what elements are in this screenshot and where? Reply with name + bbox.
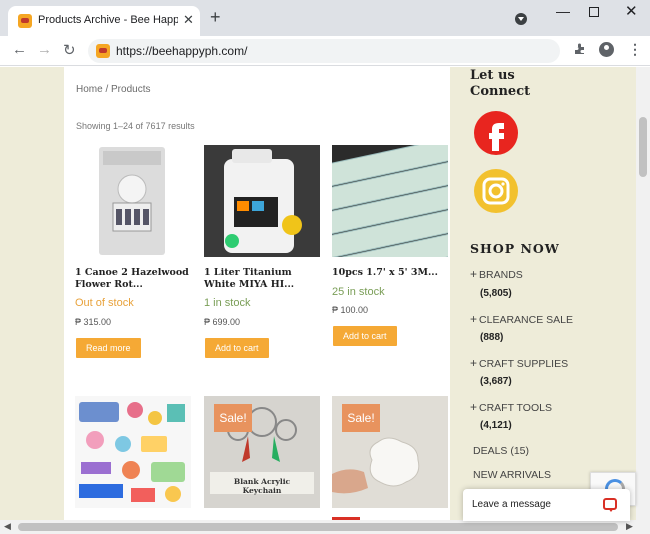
expand-icon[interactable]: +: [470, 356, 477, 370]
scroll-left-icon[interactable]: ◀: [4, 521, 11, 532]
url-text[interactable]: https://beehappyph.com/: [116, 44, 247, 58]
chat-bubble-icon[interactable]: [603, 498, 617, 512]
close-tab-icon[interactable]: ✕: [183, 12, 194, 28]
product-card[interactable]: [75, 396, 191, 520]
extensions-icon[interactable]: [574, 43, 586, 55]
product-price: ₱ 100.00: [332, 305, 369, 315]
add-to-cart-button[interactable]: Add to cart: [333, 326, 397, 346]
sale-badge: Sale!: [342, 404, 380, 432]
product-price: ₱ 699.00: [204, 317, 241, 327]
category-label[interactable]: CLEARANCE SALE: [479, 314, 573, 326]
category-clearance-sale[interactable]: + CLEARANCE SALE: [470, 312, 573, 326]
reload-icon[interactable]: ↻: [63, 41, 76, 59]
product-name[interactable]: 1 Liter Titanium White MIYA HI...: [204, 267, 320, 291]
shop-now-heading: SHOP NOW: [470, 241, 560, 256]
tab-search-icon[interactable]: [515, 13, 527, 25]
browser-tab[interactable]: Products Archive - Bee Happy Cr ✕: [8, 6, 200, 36]
chat-label[interactable]: Leave a message: [472, 499, 551, 510]
category-label[interactable]: CRAFT TOOLS: [479, 402, 552, 414]
back-icon[interactable]: ←: [12, 41, 27, 58]
expand-icon[interactable]: +: [470, 400, 477, 414]
product-price: ₱ 315.00: [75, 317, 112, 327]
category-craft-supplies[interactable]: + CRAFT SUPPLIES: [470, 356, 568, 370]
add-to-cart-button[interactable]: Add to cart: [205, 338, 269, 358]
stock-status: 1 in stock: [204, 297, 251, 309]
close-window-button[interactable]: ✕: [625, 2, 638, 20]
product-name[interactable]: 10pcs 1.7' x 5' 3M...: [332, 267, 448, 279]
tab-title: Products Archive - Bee Happy Cr: [38, 14, 178, 26]
product-card[interactable]: 1 Liter Titanium White MIYA HI... 1 in s…: [204, 145, 320, 365]
vertical-scrollbar[interactable]: [636, 67, 650, 520]
browser-tab-bar: Products Archive - Bee Happy Cr ✕ + — ✕: [0, 0, 650, 36]
product-card[interactable]: Sale! Blank Acrylic Keychain: [204, 396, 320, 520]
category-deals[interactable]: DEALS (15): [473, 445, 529, 457]
scroll-right-icon[interactable]: ▶: [626, 521, 633, 532]
browser-toolbar: ← → ↻ https://beehappyph.com/ ⋮: [0, 36, 650, 66]
product-name[interactable]: 1 Canoe 2 Hazelwood Flower Rot...: [75, 267, 191, 291]
site-favicon-icon: [18, 14, 32, 28]
product-image[interactable]: [332, 145, 448, 257]
category-new-arrivals[interactable]: NEW ARRIVALS: [473, 469, 551, 481]
product-image[interactable]: [75, 396, 191, 508]
sidebar: Let us Connect SHOP NOW + BRANDS (5,805) …: [470, 67, 636, 520]
minimize-button[interactable]: —: [556, 3, 570, 19]
expand-icon[interactable]: +: [470, 312, 477, 326]
product-image[interactable]: Sale!: [332, 396, 448, 508]
stock-status: Out of stock: [75, 297, 134, 309]
facebook-icon[interactable]: [472, 109, 520, 157]
chat-widget[interactable]: Leave a message: [463, 489, 630, 521]
category-brands[interactable]: + BRANDS: [470, 267, 523, 281]
scrollbar-thumb[interactable]: [18, 523, 618, 531]
new-tab-button[interactable]: +: [210, 8, 221, 26]
sale-badge: Sale!: [214, 404, 252, 432]
product-image[interactable]: [75, 145, 191, 257]
result-count: Showing 1–24 of 7617 results: [76, 121, 195, 131]
category-count: (888): [480, 332, 504, 343]
profile-avatar-icon[interactable]: [599, 42, 614, 57]
browser-menu-icon[interactable]: ⋮: [628, 41, 642, 58]
product-image-text: Blank Acrylic Keychain: [233, 477, 291, 495]
product-card[interactable]: 1 Canoe 2 Hazelwood Flower Rot... Out of…: [75, 145, 191, 365]
category-count: (5,805): [480, 288, 512, 299]
main-content: Home / Products Showing 1–24 of 7617 res…: [64, 67, 450, 520]
read-more-button[interactable]: Read more: [76, 338, 141, 358]
horizontal-scrollbar[interactable]: ◀ ▶: [0, 520, 650, 534]
category-label[interactable]: CRAFT SUPPLIES: [479, 358, 568, 370]
instagram-icon[interactable]: [472, 167, 520, 215]
product-image[interactable]: [204, 145, 320, 257]
address-bar[interactable]: https://beehappyph.com/: [88, 39, 560, 63]
maximize-button[interactable]: [589, 7, 599, 17]
category-craft-tools[interactable]: + CRAFT TOOLS: [470, 400, 552, 414]
product-card[interactable]: 10pcs 1.7' x 5' 3M... 25 in stock ₱ 100.…: [332, 145, 448, 365]
category-label[interactable]: BRANDS: [479, 269, 523, 281]
category-count: (4,121): [480, 420, 512, 431]
connect-heading: Let us Connect: [470, 68, 531, 99]
site-favicon-icon: [96, 44, 110, 58]
breadcrumb[interactable]: Home / Products: [76, 84, 150, 95]
product-image[interactable]: Sale! Blank Acrylic Keychain: [204, 396, 320, 508]
product-card[interactable]: Sale!: [332, 396, 448, 520]
scrollbar-thumb[interactable]: [639, 117, 647, 177]
page-viewport: Home / Products Showing 1–24 of 7617 res…: [0, 67, 636, 520]
expand-icon[interactable]: +: [470, 267, 477, 281]
category-count: (3,687): [480, 376, 512, 387]
forward-icon[interactable]: →: [37, 41, 52, 58]
stock-status: 25 in stock: [332, 286, 385, 298]
